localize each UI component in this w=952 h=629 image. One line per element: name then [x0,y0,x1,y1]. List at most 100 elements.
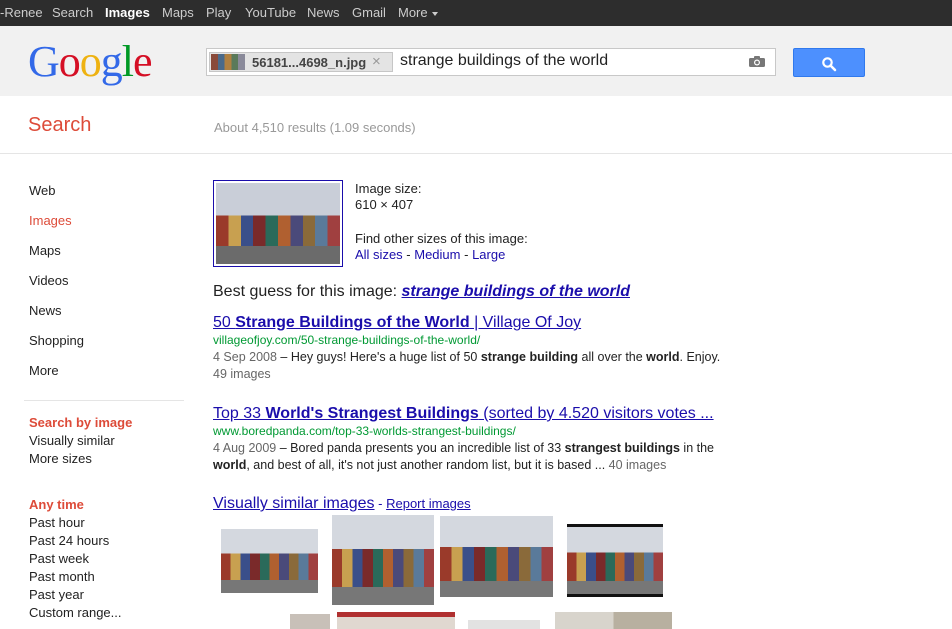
report-images-link[interactable]: Report images [386,496,471,511]
similar-image-thumbnail[interactable] [555,612,672,629]
topbar-user-link[interactable]: -Renee [0,5,43,20]
result-image-count[interactable]: 49 images [213,367,271,381]
result-url: www.boredpanda.com/top-33-worlds-strange… [213,424,516,438]
separator: - [402,247,415,262]
result-snippet: 4 Sep 2008 – Hey guys! Here's a huge lis… [213,349,723,383]
results-subheader: Search About 4,510 results (1.09 seconds… [0,96,952,154]
logo-letter: o [58,37,81,86]
sidebar-item-news[interactable]: News [29,303,62,318]
thumbnail-ground [221,580,318,593]
time-past-24-hours[interactable]: Past 24 hours [29,533,109,548]
close-icon[interactable]: × [372,53,381,70]
title-part: 50 [213,314,236,331]
chip-thumbnail [211,54,245,70]
topbar-more-menu[interactable]: More [398,5,438,20]
snippet-text: all over the [578,350,647,364]
search-button[interactable] [793,48,865,77]
topbar-gmail-link[interactable]: Gmail [352,5,386,20]
result-stats: About 4,510 results (1.09 seconds) [214,120,416,135]
sidebar-item-web[interactable]: Web [29,183,56,198]
snippet-text: – Bored panda presents you an incredible… [276,441,565,455]
logo-letter: g [100,37,123,86]
similar-image-thumbnail[interactable] [332,515,434,605]
topbar-maps-link[interactable]: Maps [162,5,194,20]
search-header: Google 56181...4698_n.jpg × strange buil… [0,26,952,96]
tool-more-sizes[interactable]: More sizes [29,451,92,466]
similar-image-thumbnail[interactable] [290,614,330,629]
result-image-count[interactable]: 40 images [605,458,667,472]
title-part: | Village Of Joy [469,314,582,331]
similar-image-thumbnail[interactable] [440,516,553,597]
best-guess-link[interactable]: strange buildings of the world [402,283,630,300]
thumbnail-ground [332,587,434,605]
camera-icon[interactable] [748,55,766,68]
chevron-down-icon [431,11,438,16]
snippet-highlight: world [646,350,680,364]
tool-visually-similar[interactable]: Visually similar [29,433,115,448]
image-size-value: 610 × 407 [355,197,414,212]
best-guess-label: Best guess for this image: [213,283,402,300]
chip-filename: 56181...4698_n.jpg [252,55,367,70]
result-date: 4 Aug 2009 [213,441,277,455]
title-highlight: World's Strangest Buildings [265,405,479,422]
visually-similar-heading: Visually similar images - Report images [213,495,471,513]
query-image-chip[interactable]: 56181...4698_n.jpg × [209,52,393,72]
page-title: Search [28,114,92,136]
sidebar-item-more[interactable]: More [29,363,59,378]
search-box[interactable]: 56181...4698_n.jpg × strange buildings o… [206,48,776,76]
search-input[interactable]: strange buildings of the world [400,52,608,70]
best-guess: Best guess for this image: strange build… [213,283,630,301]
result-url: villageofjoy.com/50-strange-buildings-of… [213,333,481,347]
medium-size-link[interactable]: Medium [414,247,460,262]
similar-image-thumbnail[interactable] [468,620,540,629]
topbar-play-link[interactable]: Play [206,5,231,20]
any-time-heading[interactable]: Any time [29,497,84,512]
topbar-news-link[interactable]: News [307,5,340,20]
result-title-link[interactable]: Top 33 World's Strangest Buildings (sort… [213,405,714,423]
logo-letter: e [133,37,153,86]
visually-similar-link[interactable]: Visually similar images [213,495,375,512]
thumbnail-ground [567,580,663,594]
google-logo[interactable]: Google [28,37,153,86]
time-custom-range[interactable]: Custom range... [29,605,122,620]
similar-image-thumbnail[interactable] [221,529,318,593]
time-past-year[interactable]: Past year [29,587,84,602]
separator: - [374,496,387,511]
time-past-week[interactable]: Past week [29,551,89,566]
size-links: All sizes - Medium - Large [355,247,505,262]
query-image-preview [216,183,340,264]
sidebar-item-videos[interactable]: Videos [29,273,69,288]
logo-letter: G [28,37,60,86]
time-past-hour[interactable]: Past hour [29,515,85,530]
query-image[interactable] [213,180,343,267]
result-date: 4 Sep 2008 [213,350,277,364]
topbar-more-label: More [398,5,428,20]
logo-letter: o [79,37,102,86]
sidebar-item-shopping[interactable]: Shopping [29,333,84,348]
all-sizes-link[interactable]: All sizes [355,247,403,262]
logo-letter: l [121,37,134,86]
sidebar-divider [24,400,184,401]
similar-image-thumbnail[interactable] [567,524,663,597]
snippet-text: . Enjoy. [679,350,721,364]
snippet-highlight: strangest buildings [564,441,680,455]
snippet-text: in the [679,441,715,455]
title-part: (sorted by 4.520 visitors votes ... [478,405,714,422]
other-sizes-label: Find other sizes of this image: [355,231,528,246]
snippet-text: – Hey guys! Here's a huge list of 50 [276,350,481,364]
separator: - [460,247,473,262]
result-snippet: 4 Aug 2009 – Bored panda presents you an… [213,440,723,474]
sidebar-item-maps[interactable]: Maps [29,243,61,258]
similar-image-thumbnail[interactable] [337,612,455,629]
topbar-images-link[interactable]: Images [105,5,150,20]
topbar-youtube-link[interactable]: YouTube [245,5,296,20]
top-navigation-bar: -Renee Search Images Maps Play YouTube N… [0,0,952,26]
title-highlight: Strange Buildings of the World [235,314,470,331]
title-part: Top 33 [213,405,266,422]
sidebar-item-images[interactable]: Images [29,213,72,228]
topbar-search-link[interactable]: Search [52,5,93,20]
large-size-link[interactable]: Large [472,247,505,262]
search-by-image-heading[interactable]: Search by image [29,415,132,430]
time-past-month[interactable]: Past month [29,569,95,584]
result-title-link[interactable]: 50 Strange Buildings of the World | Vill… [213,314,581,332]
